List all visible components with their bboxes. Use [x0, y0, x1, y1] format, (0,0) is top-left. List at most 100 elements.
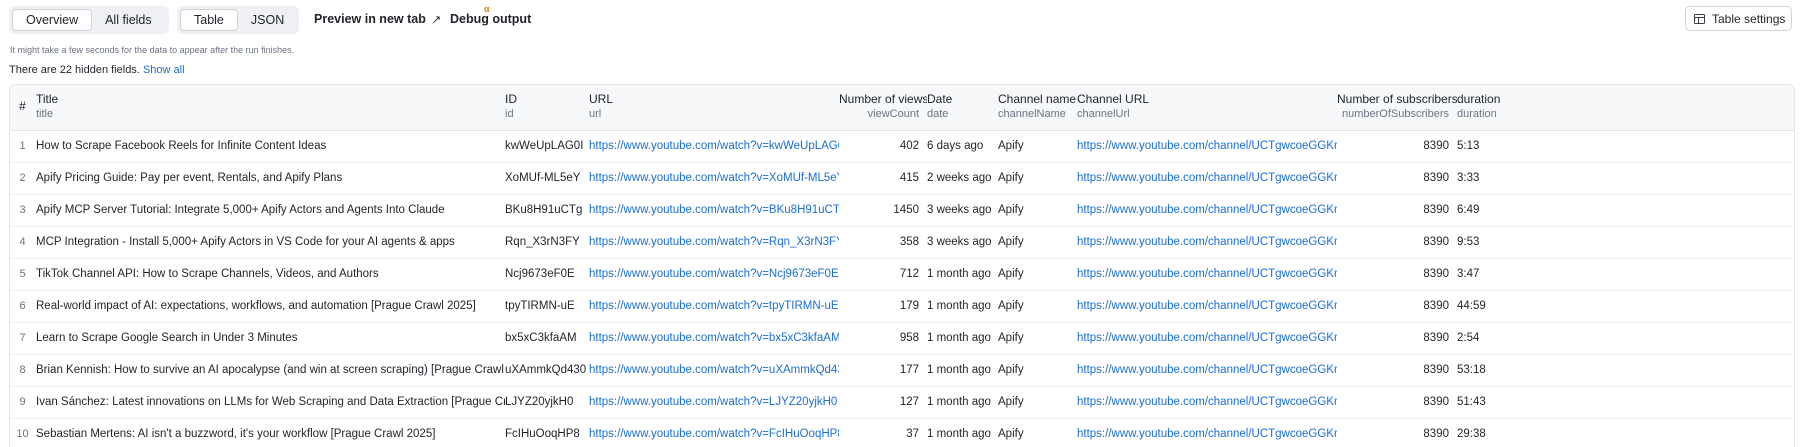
- channel-url-link[interactable]: https://www.youtube.com/channel/UCTgwcoe…: [1077, 300, 1337, 312]
- cell-url: https://www.youtube.com/watch?v=tpyTIRMN…: [589, 290, 839, 323]
- table-row: 5 TikTok Channel API: How to Scrape Chan…: [10, 258, 1794, 291]
- column-header-channel-url[interactable]: Channel URL channelUrl: [1077, 85, 1337, 131]
- cell-duration: 5:13: [1457, 130, 1794, 163]
- cell-url: https://www.youtube.com/watch?v=bx5xC3kf…: [589, 322, 839, 355]
- cell-date: 1 month ago: [927, 258, 998, 291]
- column-header-id[interactable]: ID id: [505, 85, 589, 131]
- cell-url: https://www.youtube.com/watch?v=LJYZ20yj…: [589, 386, 839, 419]
- column-header-duration[interactable]: duration duration: [1457, 85, 1794, 131]
- cell-channel-url: https://www.youtube.com/channel/UCTgwcoe…: [1077, 194, 1337, 227]
- external-link-icon: ↗: [431, 14, 442, 26]
- results-table: # Title title ID id URL url Number of views…: [9, 84, 1795, 447]
- show-all-link[interactable]: Show all: [143, 64, 185, 76]
- cell-subscribers: 8390: [1337, 258, 1457, 291]
- cell-duration: 44:59: [1457, 290, 1794, 323]
- cell-channel-url: https://www.youtube.com/channel/UCTgwcoe…: [1077, 354, 1337, 387]
- view-switcher: Overview All fields: [9, 6, 169, 34]
- cell-channel-name: Apify: [998, 354, 1077, 387]
- column-header-date[interactable]: Date date: [927, 85, 998, 131]
- cell-channel-name: Apify: [998, 386, 1077, 419]
- video-url-link[interactable]: https://www.youtube.com/watch?v=FcIHuOoq…: [589, 428, 839, 440]
- channel-url-link[interactable]: https://www.youtube.com/channel/UCTgwcoe…: [1077, 268, 1337, 280]
- table-row: 2 Apify Pricing Guide: Pay per event, Re…: [10, 162, 1794, 195]
- column-header-subscribers[interactable]: Number of subscribers numberOfSubscribers: [1337, 85, 1457, 131]
- cell-url: https://www.youtube.com/watch?v=uXAmmkQd…: [589, 354, 839, 387]
- channel-url-link[interactable]: https://www.youtube.com/channel/UCTgwcoe…: [1077, 204, 1337, 216]
- video-url-link[interactable]: https://www.youtube.com/watch?v=tpyTIRMN…: [589, 300, 839, 312]
- video-url-link[interactable]: https://www.youtube.com/watch?v=Ncj9673e…: [589, 268, 839, 280]
- channel-url-link[interactable]: https://www.youtube.com/channel/UCTgwcoe…: [1077, 236, 1337, 248]
- video-url-link[interactable]: https://www.youtube.com/watch?v=BKu8H91u…: [589, 204, 839, 216]
- channel-url-link[interactable]: https://www.youtube.com/channel/UCTgwcoe…: [1077, 332, 1337, 344]
- cell-subscribers: 8390: [1337, 386, 1457, 419]
- tab-json[interactable]: JSON: [238, 9, 297, 31]
- channel-url-link[interactable]: https://www.youtube.com/channel/UCTgwcoe…: [1077, 396, 1337, 408]
- tab-overview[interactable]: Overview: [12, 9, 93, 31]
- cell-channel-name: Apify: [998, 322, 1077, 355]
- cell-title: TikTok Channel API: How to Scrape Channe…: [36, 258, 505, 291]
- tab-all-fields[interactable]: All fields: [92, 9, 165, 31]
- debug-label: Debug output: [450, 12, 532, 26]
- column-header-views[interactable]: Number of views viewCount: [839, 85, 927, 131]
- row-index: 5: [10, 258, 36, 291]
- cell-id: XoMUf-ML5eY: [505, 162, 589, 195]
- hidden-fields-text: There are 22 hidden fields.: [9, 64, 140, 76]
- cell-date: 1 month ago: [927, 418, 998, 447]
- channel-url-link[interactable]: https://www.youtube.com/channel/UCTgwcoe…: [1077, 428, 1337, 440]
- tab-table[interactable]: Table: [180, 9, 238, 31]
- cell-id: FcIHuOoqHP8: [505, 418, 589, 447]
- cell-duration: 53:18: [1457, 354, 1794, 387]
- preview-in-new-tab-link[interactable]: Preview in new tab ↗: [314, 12, 441, 26]
- row-index: 2: [10, 162, 36, 195]
- table-header-row: # Title title ID id URL url Number of views…: [10, 85, 1794, 131]
- channel-url-link[interactable]: https://www.youtube.com/channel/UCTgwcoe…: [1077, 364, 1337, 376]
- preview-label: Preview in new tab: [314, 12, 426, 26]
- cell-subscribers: 8390: [1337, 322, 1457, 355]
- cell-date: 3 weeks ago: [927, 226, 998, 259]
- cell-url: https://www.youtube.com/watch?v=Ncj9673e…: [589, 258, 839, 291]
- video-url-link[interactable]: https://www.youtube.com/watch?v=LJYZ20yj…: [589, 396, 837, 408]
- cell-subscribers: 8390: [1337, 194, 1457, 227]
- cell-subscribers: 8390: [1337, 418, 1457, 447]
- table-row: 7 Learn to Scrape Google Search in Under…: [10, 322, 1794, 355]
- cell-views: 177: [839, 354, 927, 387]
- video-url-link[interactable]: https://www.youtube.com/watch?v=Rqn_X3rN…: [589, 236, 839, 248]
- table-row: 9 Ivan Sánchez: Latest innovations on LL…: [10, 386, 1794, 419]
- cell-title: Sebastian Mertens: AI isn't a buzzword, …: [36, 418, 505, 447]
- channel-url-link[interactable]: https://www.youtube.com/channel/UCTgwcoe…: [1077, 140, 1337, 152]
- channel-url-link[interactable]: https://www.youtube.com/channel/UCTgwcoe…: [1077, 172, 1337, 184]
- debug-output-link[interactable]: α Debug output: [450, 4, 532, 26]
- video-url-link[interactable]: https://www.youtube.com/watch?v=XoMUf-ML…: [589, 172, 839, 184]
- cell-channel-name: Apify: [998, 258, 1077, 291]
- cell-url: https://www.youtube.com/watch?v=Rqn_X3rN…: [589, 226, 839, 259]
- table-settings-button[interactable]: Table settings: [1685, 6, 1792, 31]
- cell-subscribers: 8390: [1337, 354, 1457, 387]
- cell-channel-url: https://www.youtube.com/channel/UCTgwcoe…: [1077, 322, 1337, 355]
- cell-title: Learn to Scrape Google Search in Under 3…: [36, 322, 505, 355]
- table-row: 4 MCP Integration - Install 5,000+ Apify…: [10, 226, 1794, 259]
- cell-date: 6 days ago: [927, 130, 998, 163]
- column-header-channel-name[interactable]: Channel name channelName: [998, 85, 1077, 131]
- column-header-url[interactable]: URL url: [589, 85, 839, 131]
- cell-views: 37: [839, 418, 927, 447]
- cell-url: https://www.youtube.com/watch?v=kwWeUpLA…: [589, 130, 839, 163]
- cell-channel-url: https://www.youtube.com/channel/UCTgwcoe…: [1077, 418, 1337, 447]
- video-url-link[interactable]: https://www.youtube.com/watch?v=uXAmmkQd…: [589, 364, 839, 376]
- cell-title: MCP Integration - Install 5,000+ Apify A…: [36, 226, 505, 259]
- cell-id: Rqn_X3rN3FY: [505, 226, 589, 259]
- cell-id: tpyTIRMN-uE: [505, 290, 589, 323]
- cell-subscribers: 8390: [1337, 226, 1457, 259]
- cell-views: 179: [839, 290, 927, 323]
- video-url-link[interactable]: https://www.youtube.com/watch?v=bx5xC3kf…: [589, 332, 839, 344]
- table-row: 6 Real-world impact of AI: expectations,…: [10, 290, 1794, 323]
- column-header-title[interactable]: Title title: [36, 85, 505, 131]
- row-index: 10: [10, 418, 36, 447]
- cell-url: https://www.youtube.com/watch?v=XoMUf-ML…: [589, 162, 839, 195]
- cell-title: Apify Pricing Guide: Pay per event, Rent…: [36, 162, 505, 195]
- cell-channel-url: https://www.youtube.com/channel/UCTgwcoe…: [1077, 290, 1337, 323]
- cell-id: kwWeUpLAG0I: [505, 130, 589, 163]
- video-url-link[interactable]: https://www.youtube.com/watch?v=kwWeUpLA…: [589, 140, 839, 152]
- cell-id: uXAmmkQd430: [505, 354, 589, 387]
- cell-views: 358: [839, 226, 927, 259]
- cell-duration: 9:53: [1457, 226, 1794, 259]
